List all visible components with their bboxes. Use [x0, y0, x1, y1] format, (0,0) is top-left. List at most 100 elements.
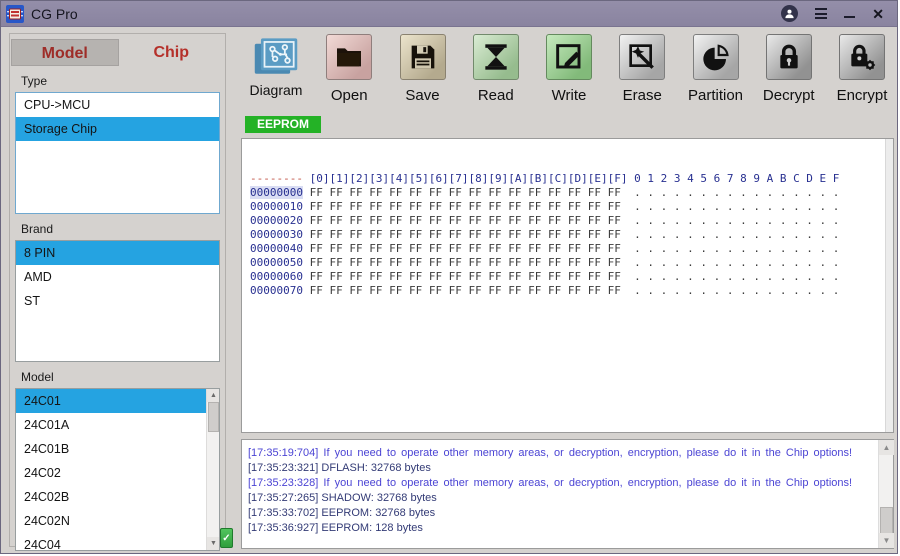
toolbar: Diagram Open Save Read Write Erase Partition De… [244, 34, 894, 116]
log-message: EEPROM: 128 bytes [321, 522, 423, 534]
account-icon[interactable] [781, 5, 798, 22]
hex-bytes[interactable]: FF FF FF FF FF FF FF FF FF FF FF FF FF F… [310, 200, 621, 213]
type-list: CPU->MCUStorage Chip [15, 92, 220, 214]
hex-row[interactable]: 00000020 FF FF FF FF FF FF FF FF FF FF F… [250, 214, 893, 228]
scroll-up-icon[interactable]: ▲ [207, 389, 220, 402]
diagram-button[interactable]: Diagram [244, 34, 308, 116]
read-button[interactable]: Read [464, 34, 528, 116]
tab-chip[interactable]: Chip [119, 39, 225, 66]
hex-address: 00000050 [250, 256, 303, 269]
hex-row[interactable]: 00000050 FF FF FF FF FF FF FF FF FF FF F… [250, 256, 893, 270]
sidebar: Model Chip Type CPU->MCUStorage Chip Bra… [9, 33, 226, 547]
hex-bytes[interactable]: FF FF FF FF FF FF FF FF FF FF FF FF FF F… [310, 256, 621, 269]
list-item[interactable]: 8 PIN [16, 241, 219, 265]
hex-address: 00000060 [250, 270, 303, 283]
scroll-down-icon[interactable]: ▼ [879, 533, 894, 548]
close-icon[interactable]: ✕ [872, 7, 884, 21]
log-timestamp: [17:35:27:265] [248, 492, 318, 504]
log-line: [17:35:36:927] EEPROM: 128 bytes [248, 521, 873, 536]
list-item[interactable]: 24C02 [16, 461, 219, 485]
partition-pie-icon [693, 34, 739, 80]
list-item[interactable]: Storage Chip [16, 117, 219, 141]
toolbar-button-label: Erase [623, 87, 662, 104]
scroll-up-icon[interactable]: ▲ [879, 440, 894, 455]
sidebar-tabs: Model Chip [11, 39, 224, 66]
hex-scrollbar[interactable] [885, 139, 893, 432]
hex-ascii: . . . . . . . . . . . . . . . . [634, 242, 839, 255]
log-scrollbar[interactable]: ▲ ▼ [878, 440, 893, 548]
hex-row[interactable]: 00000070 FF FF FF FF FF FF FF FF FF FF F… [250, 284, 893, 298]
encrypt-button[interactable]: Encrypt [830, 34, 894, 116]
list-item[interactable]: ST [16, 289, 219, 313]
hex-bytes[interactable]: FF FF FF FF FF FF FF FF FF FF FF FF FF F… [310, 242, 621, 255]
hex-bytes[interactable]: FF FF FF FF FF FF FF FF FF FF FF FF FF F… [310, 186, 621, 199]
log-message: If you need to operate other memory area… [323, 477, 852, 489]
log-message: SHADOW: 32768 bytes [321, 492, 436, 504]
hex-address: 00000030 [250, 228, 303, 241]
scrollbar-thumb[interactable] [208, 402, 219, 432]
toolbar-button-label: Write [552, 87, 587, 104]
hex-ascii: . . . . . . . . . . . . . . . . [634, 214, 839, 227]
hex-row[interactable]: 00000060 FF FF FF FF FF FF FF FF FF FF F… [250, 270, 893, 284]
save-floppy-icon [400, 34, 446, 80]
toolbar-button-label: Diagram [250, 82, 303, 98]
log-timestamp: [17:35:36:927] [248, 522, 318, 534]
minimize-icon[interactable] [844, 16, 855, 18]
toolbar-button-label: Open [331, 87, 368, 104]
hex-ascii: . . . . . . . . . . . . . . . . [634, 284, 839, 297]
model-list-scrollbar[interactable]: ▲ ▼ [206, 389, 219, 550]
save-button[interactable]: Save [391, 34, 455, 116]
type-label: Type [10, 74, 225, 88]
list-item[interactable]: 24C01A [16, 413, 219, 437]
hex-ascii: . . . . . . . . . . . . . . . . [634, 228, 839, 241]
erase-wand-icon [619, 34, 665, 80]
hex-bytes[interactable]: FF FF FF FF FF FF FF FF FF FF FF FF FF F… [310, 214, 621, 227]
hex-bytes[interactable]: FF FF FF FF FF FF FF FF FF FF FF FF FF F… [310, 284, 621, 297]
brand-label: Brand [10, 222, 225, 236]
hex-bytes[interactable]: FF FF FF FF FF FF FF FF FF FF FF FF FF F… [310, 270, 621, 283]
decrypt-lock-icon [766, 34, 812, 80]
model-list: 24C0124C01A24C01B24C0224C02B24C02N24C04 … [15, 388, 220, 551]
list-item[interactable]: CPU->MCU [16, 93, 219, 117]
log-message: EEPROM: 32768 bytes [321, 507, 435, 519]
hex-ascii: . . . . . . . . . . . . . . . . [634, 186, 839, 199]
device-status-icon: ✓ [220, 528, 233, 548]
menu-icon[interactable] [815, 8, 827, 19]
open-button[interactable]: Open [317, 34, 381, 116]
log-timestamp: [17:35:33:702] [248, 507, 318, 519]
toolbar-button-label: Save [405, 87, 439, 104]
list-item[interactable]: 24C04 [16, 533, 219, 551]
app-window: CG Pro ✕ Model Chip Type CPU->MCUStorage… [0, 0, 898, 554]
hex-address: 00000070 [250, 284, 303, 297]
log-line: [17:35:19:704] If you need to operate ot… [248, 446, 873, 461]
log-line: [17:35:33:702] EEPROM: 32768 bytes [248, 506, 873, 521]
log-message: DFLASH: 32768 bytes [321, 462, 430, 474]
list-item[interactable]: 24C01 [16, 389, 219, 413]
list-item[interactable]: 24C02N [16, 509, 219, 533]
write-button[interactable]: Write [537, 34, 601, 116]
hex-address-header: -------- [250, 172, 303, 185]
hex-bytes[interactable]: FF FF FF FF FF FF FF FF FF FF FF FF FF F… [310, 228, 621, 241]
open-folder-icon [326, 34, 372, 80]
decrypt-button[interactable]: Decrypt [757, 34, 821, 116]
hex-row[interactable]: 00000040 FF FF FF FF FF FF FF FF FF FF F… [250, 242, 893, 256]
list-item[interactable]: 24C01B [16, 437, 219, 461]
hex-address: 00000000 [250, 186, 303, 199]
diagram-icon [253, 34, 299, 80]
erase-button[interactable]: Erase [610, 34, 674, 116]
toolbar-button-label: Decrypt [763, 87, 815, 104]
partition-button[interactable]: Partition [684, 34, 748, 116]
list-item[interactable]: AMD [16, 265, 219, 289]
scroll-down-icon[interactable]: ▼ [207, 537, 220, 550]
log-panel: [17:35:19:704] If you need to operate ot… [241, 439, 894, 549]
hex-row[interactable]: 00000000 FF FF FF FF FF FF FF FF FF FF F… [250, 186, 893, 200]
memory-area-badge[interactable]: EEPROM [245, 116, 321, 133]
hex-row[interactable]: 00000030 FF FF FF FF FF FF FF FF FF FF F… [250, 228, 893, 242]
hex-address: 00000020 [250, 214, 303, 227]
hex-row[interactable]: 00000010 FF FF FF FF FF FF FF FF FF FF F… [250, 200, 893, 214]
title-bar[interactable]: CG Pro ✕ [1, 1, 897, 27]
hex-viewer[interactable]: -------- [0][1][2][3][4][5][6][7][8][9][… [241, 138, 894, 433]
toolbar-button-label: Read [478, 87, 514, 104]
tab-model[interactable]: Model [11, 39, 119, 66]
list-item[interactable]: 24C02B [16, 485, 219, 509]
